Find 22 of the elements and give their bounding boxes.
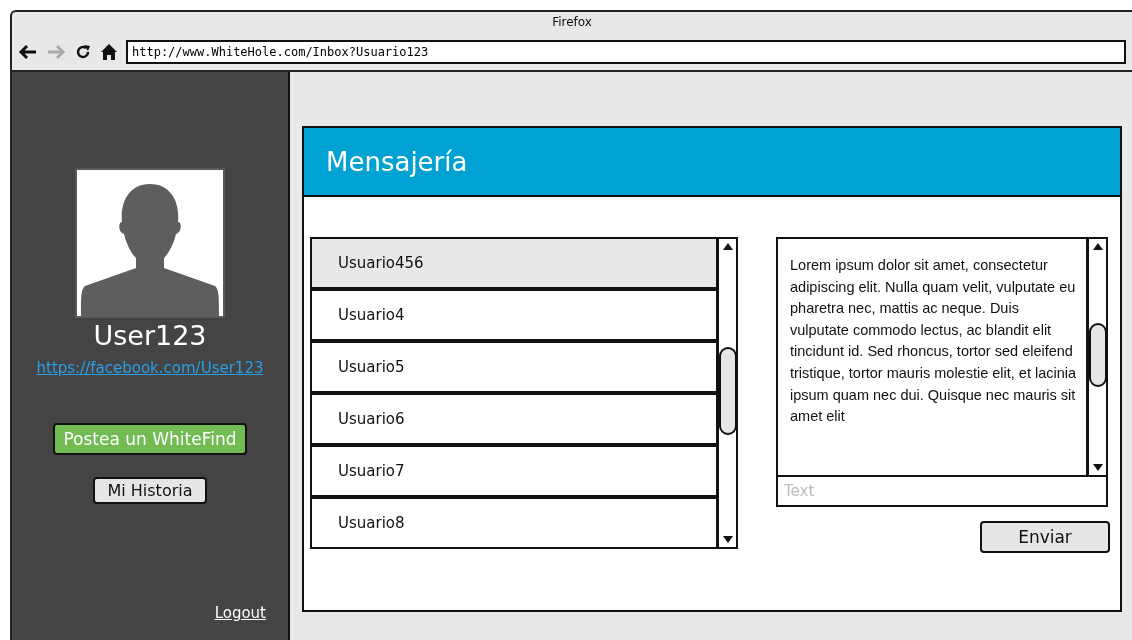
- history-button[interactable]: Mi Historia: [93, 477, 207, 504]
- scrollbar[interactable]: [1086, 239, 1106, 475]
- contact-item[interactable]: Usuario7: [312, 447, 716, 495]
- back-icon[interactable]: [18, 44, 38, 60]
- send-button[interactable]: Enviar: [980, 521, 1110, 553]
- address-bar[interactable]: http://www.WhiteHole.com/Inbox?Usuario123: [126, 40, 1126, 64]
- message-text: Lorem ipsum dolor sit amet, consectetur adipiscing elit. Nulla quam velit, vulputate eu pharetra nec, mattis ac neque. Duis vulputate commodo lectus, ac blandit elit tincidunt id. Sed rhoncus, tortor sed eleifend tristique, tortor mauris molestie elit, et lacinia ipsum quam nec dui. Quisque nec mauris sit amet elit: [789, 256, 1078, 427]
- logout-link[interactable]: Logout: [214, 604, 266, 622]
- contact-item[interactable]: Usuario6: [312, 395, 716, 443]
- contact-item[interactable]: Usuario456: [312, 239, 716, 287]
- contact-item[interactable]: Usuario4: [312, 291, 716, 339]
- scroll-thumb[interactable]: [1088, 323, 1107, 387]
- username: User123: [93, 320, 207, 351]
- contact-item[interactable]: Usuario8: [312, 499, 716, 547]
- contact-item[interactable]: Usuario5: [312, 343, 716, 391]
- panel-title: Mensajería: [326, 146, 468, 177]
- reload-icon[interactable]: [74, 43, 92, 61]
- home-icon[interactable]: [100, 43, 118, 61]
- scrollbar[interactable]: [716, 239, 736, 547]
- window-title: Firefox: [551, 14, 593, 31]
- scroll-thumb[interactable]: [718, 347, 737, 435]
- reply-field[interactable]: Text: [776, 477, 1108, 507]
